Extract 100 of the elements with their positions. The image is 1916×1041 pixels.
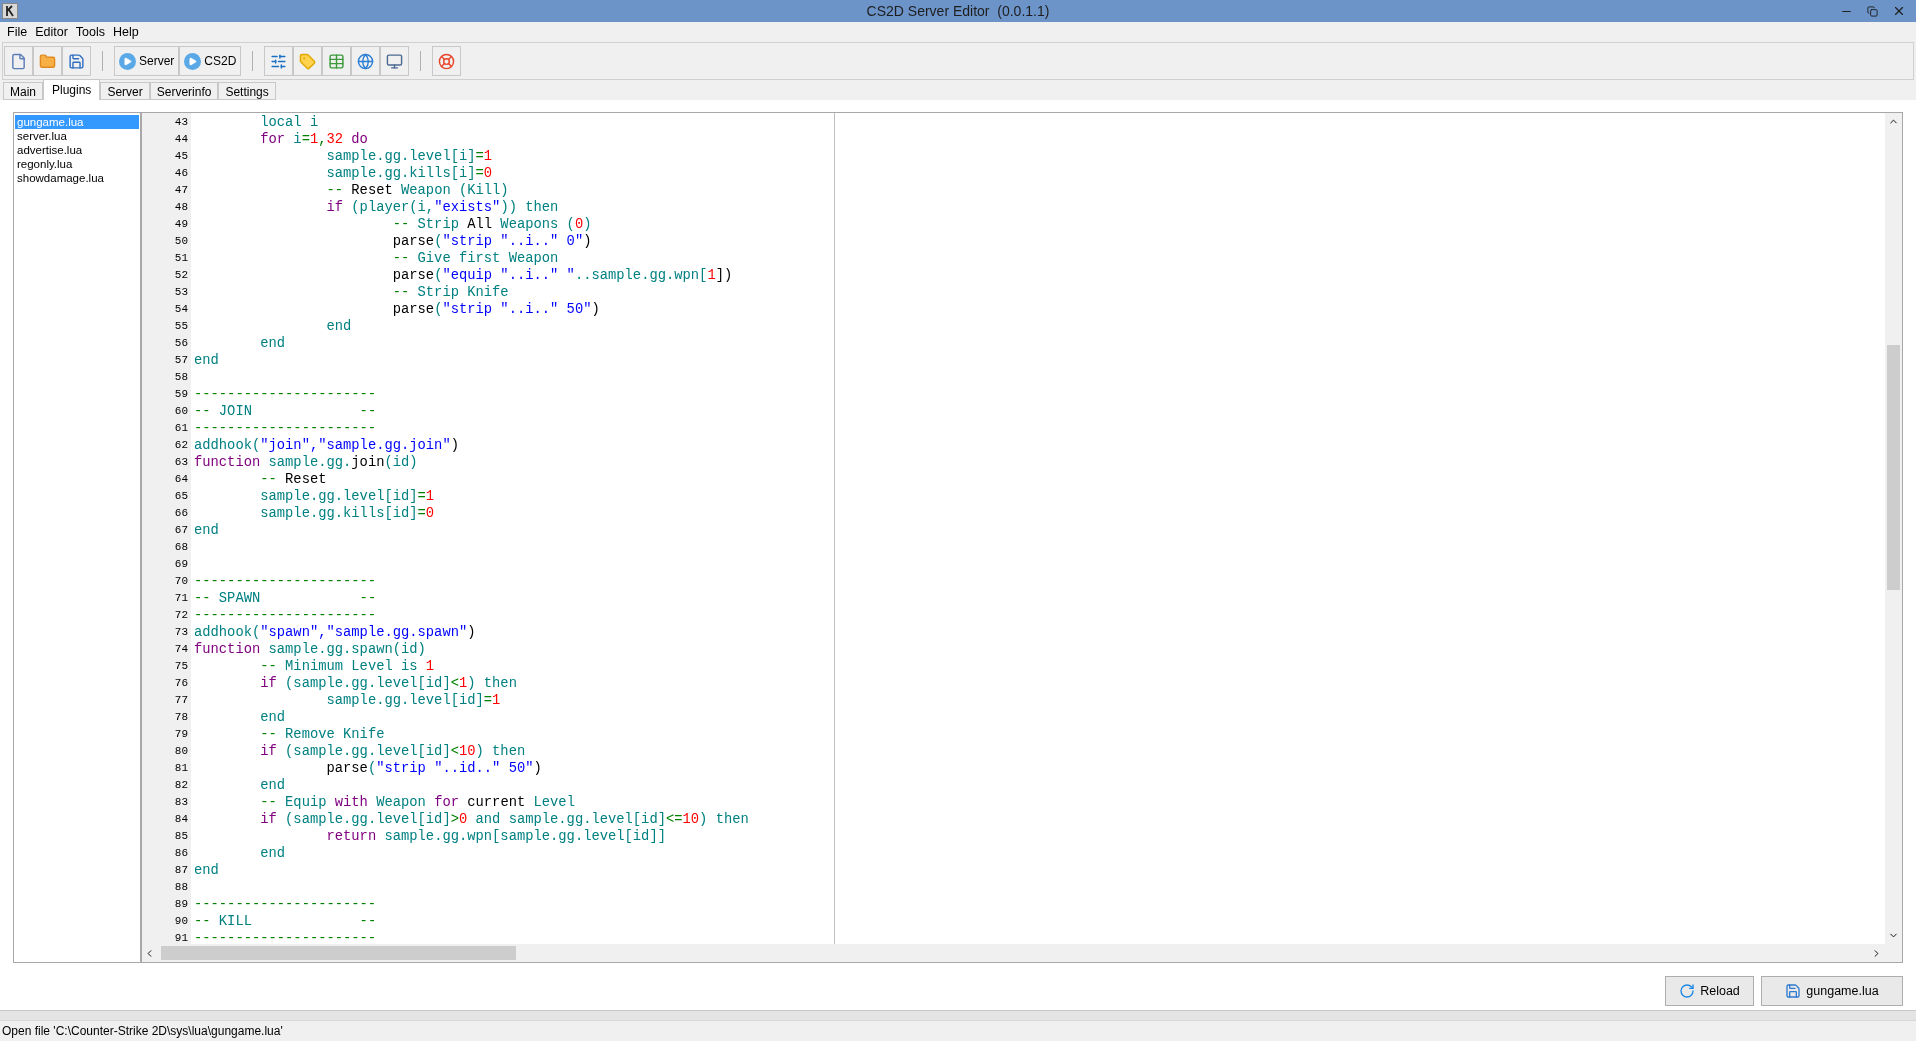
- line-number: 76: [174, 676, 188, 691]
- file-list-item[interactable]: advertise.lua: [15, 143, 139, 157]
- line-number: 45: [174, 149, 188, 164]
- line-number: 56: [174, 336, 188, 351]
- line-number: 65: [174, 489, 188, 504]
- code-line: sample.gg.level[i]=1: [325, 148, 493, 165]
- line-number: 71: [174, 591, 188, 606]
- close-icon[interactable]: [1892, 4, 1906, 18]
- tag-icon: [299, 52, 317, 70]
- line-number: 55: [174, 319, 188, 334]
- tab[interactable]: Server: [100, 82, 150, 100]
- code-line: if (sample.gg.level[id]<1) then: [259, 675, 517, 692]
- code-line: end: [194, 522, 219, 539]
- code-line: -- Strip Knife: [391, 284, 509, 301]
- line-number: 73: [174, 625, 188, 640]
- code-line: parse("strip "..id.." 50"): [325, 760, 542, 777]
- line-number: 59: [174, 387, 188, 402]
- line-number: 49: [174, 217, 188, 232]
- folder-icon: [39, 52, 56, 70]
- tab[interactable]: Serverinfo: [149, 82, 219, 100]
- tab[interactable]: Plugins: [43, 79, 101, 100]
- code-line: -- Equip with Weapon for current Level: [259, 794, 575, 811]
- line-number: 74: [174, 642, 188, 657]
- code-line: -- Reset: [259, 471, 327, 488]
- sliders-button[interactable]: [264, 46, 294, 76]
- file-list-item[interactable]: showdamage.lua: [15, 171, 139, 185]
- menu-item[interactable]: Help: [110, 22, 142, 42]
- line-number: 78: [174, 710, 188, 725]
- menu-item[interactable]: File: [4, 22, 31, 42]
- save-file-button[interactable]: gungame.lua: [1761, 976, 1903, 1006]
- line-number: 83: [174, 795, 188, 810]
- new-file-button[interactable]: [4, 46, 33, 76]
- code-line: if (player(i,"exists")) then: [325, 199, 559, 216]
- lifebuoy-button[interactable]: [432, 46, 462, 76]
- code-line: return sample.gg.wpn[sample.gg.level[id]]: [325, 828, 666, 845]
- line-number: 69: [174, 557, 188, 572]
- code-line: end: [194, 352, 219, 369]
- tab[interactable]: Main: [3, 82, 43, 100]
- code-line: function sample.gg.join(id): [194, 454, 418, 471]
- line-number: 46: [174, 166, 188, 181]
- vertical-scrollbar[interactable]: [1885, 113, 1902, 944]
- line-number: 57: [174, 353, 188, 368]
- new-file-icon: [10, 52, 27, 70]
- code-line: -- Give first Weapon: [391, 250, 559, 267]
- code-line: ----------------------: [194, 573, 377, 590]
- line-number: 79: [174, 727, 188, 742]
- code-line: function sample.gg.spawn(id): [194, 641, 426, 658]
- menu-item[interactable]: Editor: [32, 22, 71, 42]
- monitor-button[interactable]: [380, 46, 410, 76]
- globe-icon: [357, 52, 375, 70]
- file-list-item[interactable]: server.lua: [15, 129, 139, 143]
- code-line: end: [194, 862, 219, 879]
- line-number: 81: [174, 761, 188, 776]
- run-button[interactable]: CS2D: [179, 46, 242, 76]
- line-number: 82: [174, 778, 188, 793]
- line-number: 54: [174, 302, 188, 317]
- line-number: 64: [174, 472, 188, 487]
- code-line: ----------------------: [194, 607, 377, 624]
- line-number: 43: [174, 115, 188, 130]
- monitor-icon: [386, 52, 404, 70]
- line-number: 58: [174, 370, 188, 385]
- code-line: -- Remove Knife: [259, 726, 385, 743]
- tab[interactable]: Settings: [218, 82, 276, 100]
- code-line: end: [325, 318, 352, 335]
- code-line: ----------------------: [194, 386, 377, 403]
- code-line: addhook("join","sample.gg.join"): [194, 437, 459, 454]
- line-number: 75: [174, 659, 188, 674]
- reload-button[interactable]: Reload: [1665, 976, 1754, 1006]
- code-line: ----------------------: [194, 420, 377, 437]
- line-number: 85: [174, 829, 188, 844]
- restore-icon[interactable]: [1867, 5, 1878, 17]
- line-number: 48: [174, 200, 188, 215]
- code-line: sample.gg.level[id]=1: [325, 692, 501, 709]
- code-line: for i=1,32 do: [259, 131, 368, 148]
- window-title: CS2D Server Editor (0.0.1.1): [866, 1, 1050, 21]
- line-number: 68: [174, 540, 188, 555]
- code-line: ----------------------: [194, 896, 377, 913]
- line-number: 88: [174, 880, 188, 895]
- code-line: -- Strip All Weapons (0): [391, 216, 592, 233]
- code-line: -- KILL --: [194, 913, 377, 930]
- table-button[interactable]: [322, 46, 352, 76]
- globe-button[interactable]: [351, 46, 381, 76]
- save-button[interactable]: [62, 46, 91, 76]
- code-line: parse("strip "..i.." 50"): [391, 301, 600, 318]
- scrollbar-thumb[interactable]: [1887, 345, 1900, 590]
- file-list-item[interactable]: regonly.lua: [15, 157, 139, 171]
- code-line: -- SPAWN --: [194, 590, 377, 607]
- save-icon: [68, 52, 85, 70]
- code-line: if (sample.gg.level[id]<10) then: [259, 743, 526, 760]
- save-icon: [1785, 983, 1802, 999]
- menu-item[interactable]: Tools: [72, 22, 108, 42]
- horizontal-scrollbar[interactable]: [141, 944, 1902, 962]
- line-number: 91: [174, 931, 188, 946]
- play-icon: [119, 52, 136, 70]
- line-number: 52: [174, 268, 188, 283]
- lifebuoy-icon: [438, 52, 456, 70]
- open-folder-button[interactable]: [33, 46, 62, 76]
- code-line: local i: [259, 114, 319, 131]
- scrollbar-thumb[interactable]: [161, 946, 516, 960]
- run-button[interactable]: Server: [114, 46, 180, 76]
